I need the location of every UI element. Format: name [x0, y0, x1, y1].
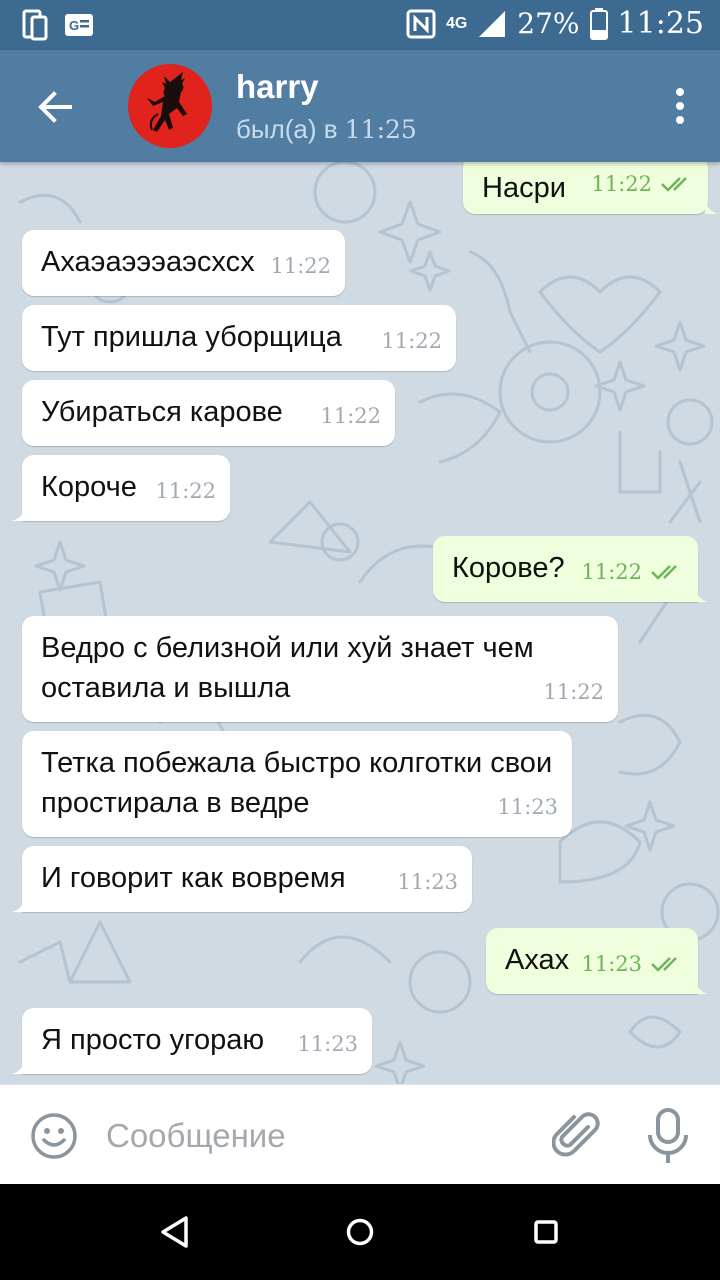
message-input[interactable] [104, 1113, 528, 1159]
message-meta: 11:22 [155, 471, 216, 511]
voice-record-button[interactable] [646, 1107, 690, 1165]
message-meta: 11:23 [297, 1024, 358, 1064]
message-time: 11:22 [155, 479, 216, 503]
back-button[interactable] [30, 82, 80, 132]
system-nav-bar [0, 1184, 720, 1280]
message-bubble-outgoing[interactable]: Ахах 11:23 [486, 928, 709, 994]
message-text: Ведро с белизной или хуй знает чем остав… [41, 632, 534, 704]
message-meta: 11:23 [497, 787, 558, 827]
nfc-icon [406, 9, 436, 38]
message-bubble-outgoing[interactable]: Насри 11:22 [463, 162, 719, 214]
message-list[interactable]: Насри 11:22 Ахаэаэээаэсхсх 11:22 Тут при… [0, 162, 720, 1084]
smiley-icon [31, 1113, 77, 1159]
message-meta: 11:22 [543, 672, 604, 712]
message-time: 11:22 [270, 254, 331, 278]
message-bubble-incoming[interactable]: Тут пришла уборщица 11:22 [22, 305, 456, 371]
triangle-back-icon [161, 1216, 188, 1248]
message-text: Тетка побежала быстро колготки свои прос… [41, 747, 553, 819]
nav-home-button[interactable] [346, 1218, 374, 1246]
message-meta: 11:23 [397, 862, 458, 902]
message-bubble-incoming[interactable]: Тетка побежала быстро колготки свои прос… [22, 731, 572, 837]
more-menu-button[interactable] [674, 88, 686, 128]
clock: 11:25 [617, 6, 704, 41]
message-time: 11:23 [497, 795, 558, 819]
contact-name[interactable]: harry [236, 68, 319, 106]
double-check-icon [661, 177, 687, 192]
message-time: 11:22 [320, 404, 381, 428]
attach-button[interactable] [551, 1109, 602, 1161]
message-time: 11:22 [591, 172, 652, 196]
message-meta: 11:22 [581, 552, 684, 592]
nav-recents-button[interactable] [534, 1220, 558, 1244]
message-bubble-incoming[interactable]: Ведро с белизной или хуй знает чем остав… [22, 616, 618, 722]
last-seen-time: 11:25 [344, 115, 417, 144]
svg-text:G: G [69, 18, 79, 33]
message-bubble-incoming[interactable]: Убираться карове 11:22 [22, 380, 395, 446]
message-meta: 11:22 [270, 246, 331, 286]
message-time: 11:23 [581, 952, 642, 976]
composer-bar [0, 1084, 720, 1185]
double-check-icon [651, 565, 677, 580]
last-seen: был(а) в 11:25 [236, 114, 417, 145]
double-check-icon [651, 957, 677, 972]
message-text: И говорит как вовремя [41, 862, 346, 894]
phone-icon [22, 9, 48, 41]
message-time: 11:23 [397, 870, 458, 894]
network-type: 4G [445, 14, 468, 32]
message-time: 11:22 [543, 680, 604, 704]
avatar[interactable] [128, 64, 212, 148]
last-seen-prefix: был(а) в [236, 114, 338, 144]
message-time: 11:22 [381, 329, 442, 353]
emoji-button[interactable] [30, 1112, 78, 1160]
arrow-left-icon [38, 91, 72, 123]
message-time: 11:22 [581, 560, 642, 584]
message-bubble-incoming[interactable]: Короче 11:22 [11, 455, 230, 521]
chat-header: harry был(а) в 11:25 [0, 50, 720, 162]
nav-back-button[interactable] [158, 1214, 192, 1250]
message-meta: 11:22 [320, 396, 381, 436]
microphone-icon [648, 1108, 688, 1163]
message-meta: 11:22 [381, 321, 442, 361]
battery-icon [589, 7, 608, 40]
signal-icon [479, 10, 506, 37]
paperclip-icon [551, 1112, 600, 1157]
message-bubble-incoming[interactable]: И говорит как вовремя 11:23 [11, 846, 472, 912]
news-icon: G [65, 14, 93, 36]
message-bubble-incoming[interactable]: Я просто угораю 11:23 [11, 1008, 372, 1074]
circle-home-icon [346, 1218, 374, 1246]
message-bubble-outgoing[interactable]: Корове? 11:22 [433, 536, 709, 602]
square-recents-icon [534, 1220, 558, 1244]
battery-percent: 27% [517, 7, 580, 40]
devil-icon [147, 72, 187, 132]
message-meta: 11:23 [581, 944, 684, 984]
message-meta: 11:22 [591, 164, 694, 204]
message-text: Тут пришла уборщица [41, 321, 342, 353]
message-bubble-incoming[interactable]: Ахаэаэээаэсхсх 11:22 [22, 230, 345, 296]
status-bar: G 4G 27% 11:25 [0, 0, 720, 50]
message-time: 11:23 [297, 1032, 358, 1056]
